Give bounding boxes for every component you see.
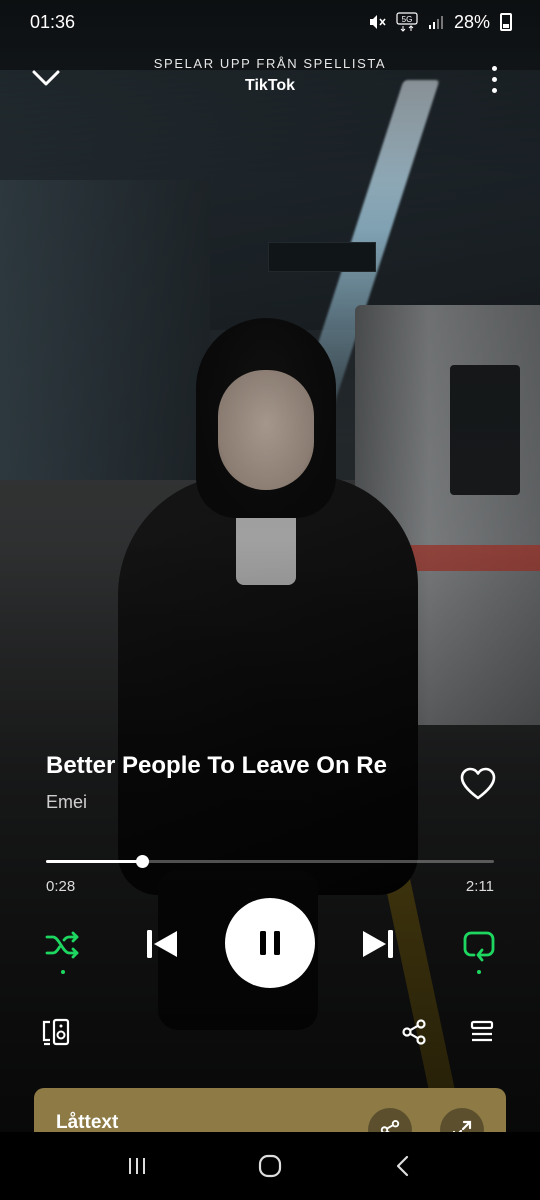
status-bar: 01:36 5G 28% xyxy=(0,0,540,44)
recents-icon xyxy=(128,1158,145,1174)
chevron-down-icon[interactable] xyxy=(28,60,64,96)
share-button[interactable] xyxy=(396,1014,432,1050)
total-time: 2:11 xyxy=(465,878,494,895)
progress-handle[interactable] xyxy=(135,855,149,868)
status-time: 01:36 xyxy=(30,11,76,32)
back-button[interactable] xyxy=(383,1146,423,1186)
album-art-background xyxy=(0,0,540,1200)
track-info: Better People To Leave On Re Emei xyxy=(46,752,446,813)
track-title[interactable]: Better People To Leave On Re xyxy=(46,752,426,780)
pause-button[interactable] xyxy=(225,898,315,988)
pause-icon xyxy=(260,931,280,955)
more-dot xyxy=(491,88,497,93)
network-label: 5G xyxy=(402,15,413,24)
queue-icon xyxy=(470,1020,494,1042)
player-header: SPELAR UPP FRÅN SPELLISTA TikTok xyxy=(0,44,540,114)
status-icons: 5G 28% xyxy=(368,12,512,33)
signal-icon xyxy=(428,16,443,29)
more-dot xyxy=(491,77,497,82)
next-button[interactable] xyxy=(356,922,400,966)
heart-icon[interactable] xyxy=(458,764,498,804)
battery-icon xyxy=(500,13,512,31)
connect-device-button[interactable] xyxy=(38,1014,74,1050)
queue-button[interactable] xyxy=(464,1014,500,1050)
playing-context: SPELAR UPP FRÅN SPELLISTA TikTok xyxy=(100,56,440,95)
previous-button[interactable] xyxy=(140,922,184,966)
shuffle-active-dot xyxy=(61,970,65,974)
progress-fill xyxy=(46,860,142,863)
more-dot xyxy=(491,66,497,71)
home-icon xyxy=(258,1154,282,1178)
repeat-icon xyxy=(463,931,495,962)
skip-next-icon xyxy=(363,930,393,958)
shuffle-button[interactable] xyxy=(40,922,86,974)
scene-overlay xyxy=(0,0,540,1200)
context-name[interactable]: TikTok xyxy=(100,77,440,95)
home-button[interactable] xyxy=(250,1146,290,1186)
repeat-button[interactable] xyxy=(456,922,502,974)
progress-bar[interactable] xyxy=(46,855,494,868)
track-artist[interactable]: Emei xyxy=(46,792,446,813)
shuffle-icon xyxy=(45,931,79,959)
connect-device-icon xyxy=(42,1018,70,1046)
more-options-icon[interactable] xyxy=(478,62,510,98)
5g-icon: 5G xyxy=(396,12,418,32)
elapsed-time: 0:28 xyxy=(46,878,76,895)
share-icon xyxy=(402,1019,426,1045)
battery-percent: 28% xyxy=(453,11,490,32)
recents-button[interactable] xyxy=(117,1146,157,1186)
skip-previous-icon xyxy=(147,930,177,958)
mute-icon xyxy=(369,15,386,29)
context-label: SPELAR UPP FRÅN SPELLISTA xyxy=(153,56,387,71)
repeat-active-dot xyxy=(477,970,481,974)
system-nav-bar xyxy=(0,1132,540,1200)
lyrics-title: Låttext xyxy=(56,1112,119,1133)
back-icon xyxy=(397,1155,409,1177)
